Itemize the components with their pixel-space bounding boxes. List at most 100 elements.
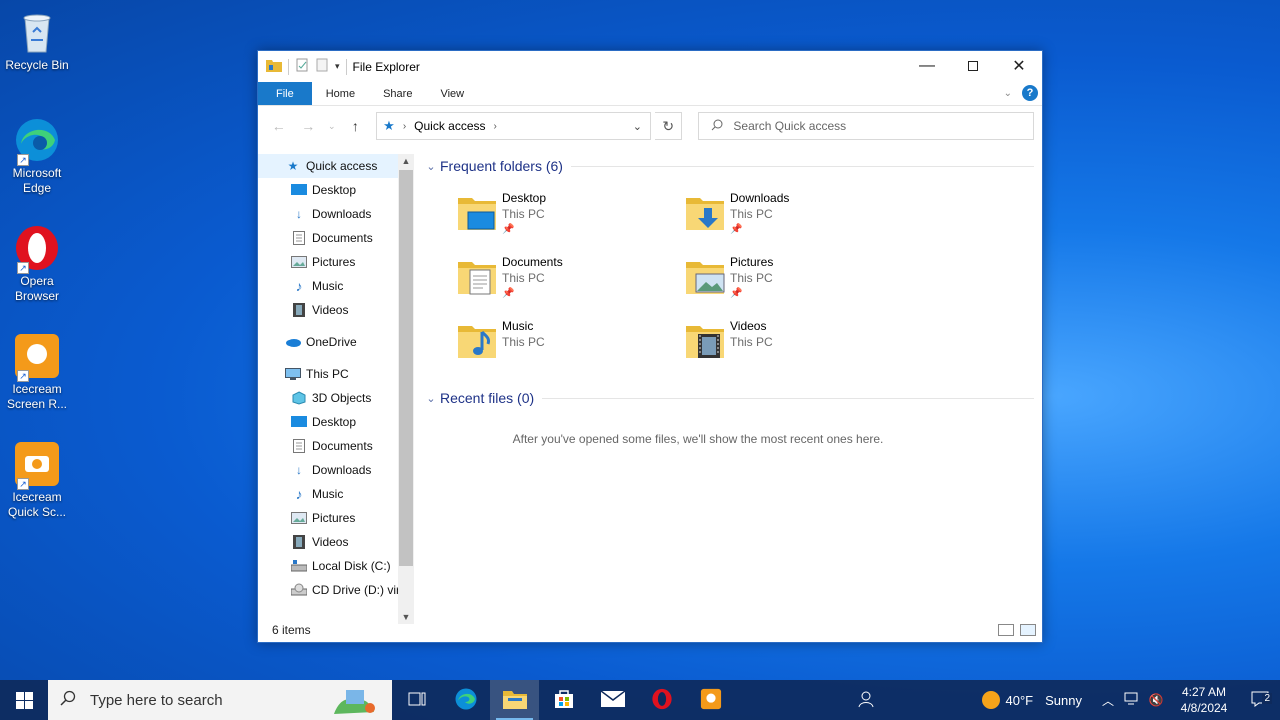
refresh-button[interactable]: ↻: [654, 112, 683, 140]
pin-icon: 📌: [502, 224, 515, 235]
forward-button[interactable]: →: [295, 113, 320, 139]
address-bar[interactable]: ★ › Quick access › ⌄: [376, 112, 651, 140]
sidebar-item-pc-videos[interactable]: Videos: [258, 530, 414, 554]
taskbar-icecream[interactable]: [686, 680, 735, 720]
folder-name: Pictures: [730, 255, 774, 269]
sidebar-item-3d-objects[interactable]: 3D Objects: [258, 386, 414, 410]
weather-widget[interactable]: 40°F Sunny: [981, 691, 1082, 709]
recent-files-empty-message: After you've opened some files, we'll sh…: [512, 432, 884, 446]
taskbar-opera[interactable]: [637, 680, 686, 720]
sidebar-item-pc-music[interactable]: ♪ Music: [258, 482, 414, 506]
sidebar-item-onedrive[interactable]: OneDrive: [258, 330, 414, 354]
details-view-icon[interactable]: [998, 624, 1014, 636]
sidebar-item-pc-desktop[interactable]: Desktop: [258, 410, 414, 434]
sidebar-item-quick-access[interactable]: ★ Quick access: [258, 154, 414, 178]
scroll-up-icon[interactable]: ▲: [398, 154, 414, 168]
folder-tile-music[interactable]: Music This PC: [456, 318, 684, 364]
opera-icon: [651, 688, 673, 713]
scrollbar-thumb[interactable]: [399, 170, 413, 566]
sidebar-item-pc-pictures[interactable]: Pictures: [258, 506, 414, 530]
tab-file[interactable]: File: [258, 82, 312, 105]
minimize-button[interactable]: —: [904, 51, 950, 81]
taskbar-store[interactable]: [539, 680, 588, 720]
desktop-icon-recycle-bin[interactable]: Recycle Bin: [4, 8, 70, 73]
desktop-icon-edge[interactable]: ↗ Microsoft Edge: [4, 116, 70, 196]
people-icon: [858, 690, 876, 711]
address-dropdown-icon[interactable]: ⌄: [633, 120, 642, 133]
computer-icon: [284, 366, 302, 382]
frequent-folders-title: Frequent folders (6): [440, 158, 563, 174]
taskbar-file-explorer[interactable]: [490, 680, 539, 720]
videos-film-icon: [290, 302, 308, 318]
people-button[interactable]: [842, 680, 891, 720]
folder-tile-videos[interactable]: Videos This PC: [684, 318, 912, 364]
tab-share[interactable]: Share: [369, 82, 426, 105]
pictures-icon: [290, 254, 308, 270]
mail-envelope-icon: [600, 689, 625, 710]
properties-icon[interactable]: [295, 58, 309, 75]
large-icons-view-icon[interactable]: [1020, 624, 1036, 636]
system-clock[interactable]: 4:27 AM 4/8/2024: [1168, 684, 1240, 716]
folder-tile-documents[interactable]: Documents This PC 📌: [456, 254, 684, 300]
sidebar-item-cd-drive[interactable]: CD Drive (D:) virt: [258, 578, 414, 602]
sidebar-item-pc-downloads[interactable]: ↓ Downloads: [258, 458, 414, 482]
notifications-button[interactable]: 2: [1240, 691, 1280, 710]
opera-icon: ↗: [13, 224, 61, 274]
sidebar-item-downloads[interactable]: ↓ Downloads 📌: [258, 202, 414, 226]
back-button[interactable]: ←: [266, 113, 291, 139]
network-icon[interactable]: [1120, 692, 1144, 709]
maximize-button[interactable]: [950, 51, 996, 81]
search-box[interactable]: Search Quick access: [698, 112, 1034, 140]
frequent-folders-header[interactable]: ⌄ Frequent folders (6): [422, 154, 1034, 178]
sidebar-item-local-disk[interactable]: Local Disk (C:): [258, 554, 414, 578]
desktop-icon-label: Icecream Screen R...: [6, 382, 68, 411]
expand-ribbon-icon[interactable]: ⌄: [1004, 88, 1012, 99]
recent-files-title: Recent files (0): [440, 390, 535, 406]
edge-icon: [454, 687, 478, 714]
scroll-down-icon[interactable]: ▼: [398, 610, 414, 624]
show-hidden-icons-chevron-icon[interactable]: ︿: [1096, 692, 1120, 709]
folder-tile-pictures[interactable]: Pictures This PC 📌: [684, 254, 912, 300]
start-button[interactable]: [0, 680, 48, 720]
sidebar-item-videos[interactable]: Videos: [258, 298, 414, 322]
sidebar-item-pc-documents[interactable]: Documents: [258, 434, 414, 458]
quick-access-toolbar: ▾: [258, 51, 347, 82]
sidebar-item-music[interactable]: ♪ Music: [258, 274, 414, 298]
pin-icon: 📌: [730, 288, 743, 299]
new-folder-icon[interactable]: [315, 58, 329, 75]
sidebar-item-this-pc[interactable]: This PC: [258, 362, 414, 386]
taskbar-edge[interactable]: [441, 680, 490, 720]
sidebar-item-documents[interactable]: Documents 📌: [258, 226, 414, 250]
taskbar-search-box[interactable]: Type here to search: [48, 680, 392, 720]
customize-qat-icon[interactable]: ▾: [335, 61, 340, 72]
up-button[interactable]: ↑: [343, 113, 368, 139]
folder-tile-downloads[interactable]: Downloads This PC 📌: [684, 190, 912, 236]
breadcrumb-quick-access[interactable]: Quick access: [414, 119, 485, 133]
sidebar-scrollbar[interactable]: ▲ ▼: [398, 154, 414, 624]
help-icon[interactable]: ?: [1022, 85, 1038, 101]
folder-location: This PC: [730, 207, 773, 221]
desktop-icon-icecream-quick-screenshot[interactable]: ↗ Icecream Quick Sc...: [4, 440, 70, 520]
sidebar-item-label: Local Disk (C:): [312, 559, 391, 573]
sidebar-item-pictures[interactable]: Pictures 📌: [258, 250, 414, 274]
volume-muted-icon[interactable]: 🔇: [1144, 693, 1168, 707]
folder-name: Music: [502, 319, 534, 333]
close-button[interactable]: ✕: [996, 51, 1042, 81]
search-icon: [711, 119, 723, 134]
sidebar-item-desktop[interactable]: Desktop 📌: [258, 178, 414, 202]
sidebar-item-label: Desktop: [312, 183, 357, 197]
notification-count-badge: 2: [1262, 692, 1272, 704]
tab-view[interactable]: View: [426, 82, 478, 105]
desktop-icon-opera[interactable]: ↗ Opera Browser: [4, 224, 70, 304]
folder-tile-desktop[interactable]: Desktop This PC 📌: [456, 190, 684, 236]
tab-home[interactable]: Home: [312, 82, 369, 105]
recent-locations-button[interactable]: ⌄: [325, 113, 339, 139]
recent-files-header[interactable]: ⌄ Recent files (0): [422, 386, 1034, 410]
desktop-icon-icecream-screen-recorder[interactable]: ↗ Icecream Screen R...: [4, 332, 70, 412]
ribbon-tabs: File Home Share View ⌄ ?: [258, 82, 1042, 106]
folder-name: Documents: [502, 255, 563, 269]
taskbar-mail[interactable]: [588, 680, 637, 720]
search-placeholder: Search Quick access: [733, 119, 847, 133]
folder-name: Downloads: [730, 191, 790, 205]
task-view-button[interactable]: [392, 680, 441, 720]
